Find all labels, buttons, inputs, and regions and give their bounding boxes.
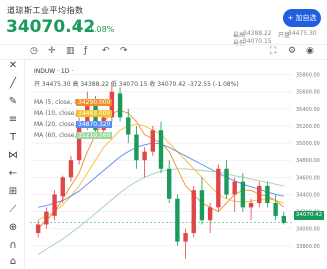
candle-body xyxy=(199,190,205,221)
stat-open-value: 34475.30 xyxy=(288,30,317,37)
candle-body xyxy=(207,207,213,221)
y-tick-label: 35600.00 xyxy=(296,90,320,96)
y-tick-label: 35400.00 xyxy=(296,107,320,113)
pattern-icon[interactable]: ⋈ xyxy=(7,150,19,161)
candle-body xyxy=(68,160,74,178)
candle-body xyxy=(273,203,278,216)
fib-icon[interactable]: ≡ xyxy=(7,114,19,125)
candle-body xyxy=(281,215,287,223)
last-price-tag: 34070.42 xyxy=(294,211,324,220)
undo-icon[interactable]: ↶ xyxy=(102,46,110,56)
y-tick-label: 34800.00 xyxy=(296,158,320,164)
ma10-value: 34483.000 xyxy=(76,110,113,117)
cursor-icon[interactable]: ✕ xyxy=(7,60,19,71)
ma5-value: 34290.000 xyxy=(76,99,113,106)
shapes-icon[interactable]: ⊞ xyxy=(7,186,19,197)
y-tick-label: 33800.00 xyxy=(296,244,320,250)
settings-icon[interactable]: ⚙ xyxy=(288,46,296,56)
magnet-icon[interactable]: ∩ xyxy=(7,240,19,251)
ma60-value: 35210.160 xyxy=(76,132,113,139)
candle-body xyxy=(126,117,131,135)
candle-body xyxy=(134,134,139,161)
arrow-left-icon[interactable]: ← xyxy=(7,168,19,179)
candle-body xyxy=(175,198,180,242)
ruler-icon[interactable]: ⟋ xyxy=(7,204,19,215)
crosshair-icon[interactable]: ✛ xyxy=(48,46,56,56)
candle-body xyxy=(183,233,188,242)
ma20-value: 34870.320 xyxy=(76,121,113,128)
fullscreen-icon[interactable]: ⛶ xyxy=(270,46,276,56)
drawing-tools-bar: ✕ ╱ ✎ ≡ T ⋈ ← ⊞ ⟋ ⊕ ∩ ⌂ xyxy=(0,58,25,269)
candle-body xyxy=(257,185,262,204)
candle-body xyxy=(35,224,41,234)
candle-body xyxy=(224,168,229,195)
add-watchlist-button[interactable]: + 加自选 xyxy=(283,9,321,27)
candle-body xyxy=(150,130,156,152)
candle-body xyxy=(265,185,270,204)
text-icon[interactable]: T xyxy=(7,132,19,143)
indicator-icon[interactable]: ƒ xyxy=(84,46,87,56)
candle-body xyxy=(158,130,164,169)
chart-symbol: INDUW · 1D · xyxy=(34,68,74,75)
quote-header: 道琼斯工业平均指数 34070.42 ⬇ -1.08% 最高 34388.22 … xyxy=(0,0,327,47)
candle-body xyxy=(240,181,246,208)
candle-body xyxy=(117,93,123,118)
candle-body xyxy=(60,177,65,197)
ohlc-readout: 开 34475.30 高 34388.22 低 34070.15 收 34070… xyxy=(34,81,239,88)
brush-icon[interactable]: ✎ xyxy=(7,96,19,107)
candle-body xyxy=(52,194,57,216)
trend-line-icon[interactable]: ╱ xyxy=(7,78,19,89)
candle-body xyxy=(248,203,254,208)
y-tick-label: 35200.00 xyxy=(296,124,320,130)
candle-body xyxy=(142,151,147,161)
y-tick-label: 34000.00 xyxy=(296,227,320,233)
zoom-icon[interactable]: ⊕ xyxy=(7,222,19,233)
candle-body xyxy=(232,181,237,195)
camera-icon[interactable]: ◉ xyxy=(306,46,314,56)
redo-icon[interactable]: ↷ xyxy=(120,46,128,56)
y-tick-label: 35000.00 xyxy=(296,141,320,147)
ma5-label: MA (5, close, 0) xyxy=(34,99,81,106)
candle-body xyxy=(216,168,221,208)
candlestick-chart[interactable]: 35800.00 35600.00 35400.00 35200.00 35000.00… xyxy=(24,58,327,269)
y-tick-label: 34400.00 xyxy=(296,192,320,198)
stat-high-value: 34388.22 xyxy=(243,30,272,37)
y-tick-label: 34600.00 xyxy=(296,175,320,181)
clock-icon[interactable]: ◷ xyxy=(30,46,38,56)
index-title: 道琼斯工业平均指数 xyxy=(7,6,84,15)
percent-change: -1.08% xyxy=(86,25,115,34)
candle-body xyxy=(166,168,172,199)
lock-icon[interactable]: ⌂ xyxy=(7,256,19,267)
y-tick-label: 35800.00 xyxy=(296,73,320,79)
bars-icon[interactable]: ▥ xyxy=(66,46,75,56)
down-arrow-icon: ⬇ xyxy=(74,23,83,34)
candle-body xyxy=(191,190,196,234)
